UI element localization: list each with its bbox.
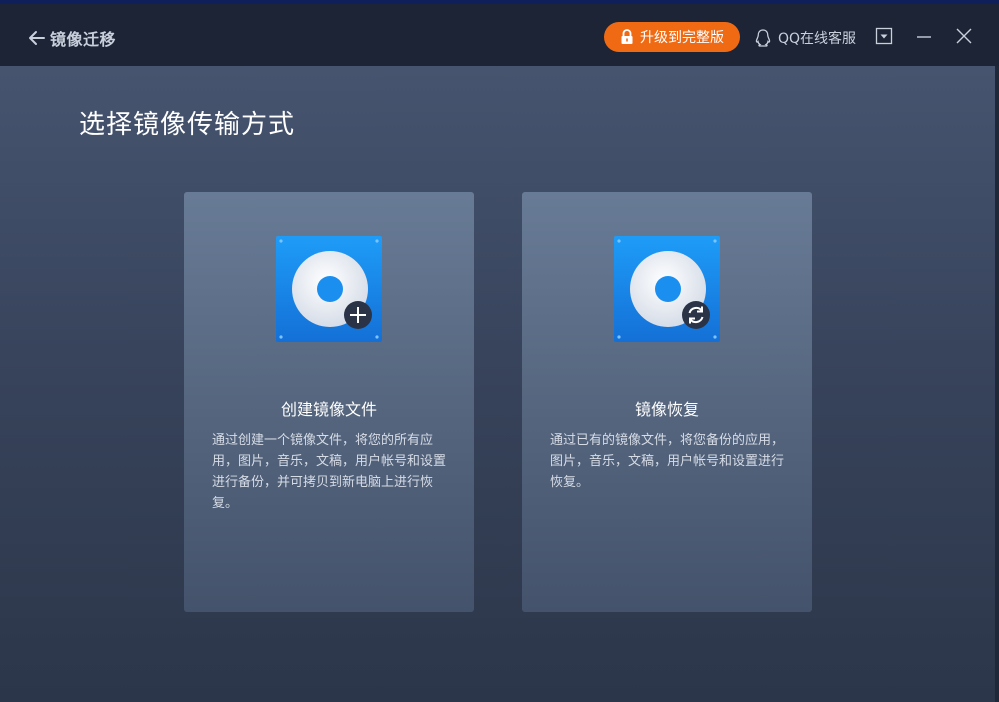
qq-support-link[interactable]: QQ在线客服	[754, 26, 856, 50]
qq-label: QQ在线客服	[778, 28, 856, 48]
minimize-icon	[915, 27, 933, 49]
back-button[interactable]: 镜像迁移	[28, 26, 116, 50]
lock-icon	[620, 29, 634, 45]
main-content: 选择镜像传输方式	[0, 66, 999, 702]
card-description: 通过已有的镜像文件，将您备份的应用，图片，音乐，文稿，用户帐号和设置进行恢复。	[550, 430, 784, 493]
close-icon	[955, 27, 973, 49]
restore-image-card[interactable]: 镜像恢复 通过已有的镜像文件，将您备份的应用，图片，音乐，文稿，用户帐号和设置进…	[522, 192, 812, 612]
back-arrow-icon[interactable]	[28, 29, 46, 47]
dropdown-icon	[875, 27, 893, 49]
window-edge	[995, 66, 999, 702]
card-title: 创建镜像文件	[184, 396, 474, 420]
disk-restore-icon	[614, 236, 720, 342]
card-title: 镜像恢复	[522, 396, 812, 420]
upgrade-button[interactable]: 升级到完整版	[604, 22, 740, 52]
dropdown-button[interactable]	[874, 28, 894, 48]
close-button[interactable]	[954, 28, 974, 48]
upgrade-label: 升级到完整版	[640, 27, 724, 47]
window-title: 镜像迁移	[50, 26, 116, 50]
page-title: 选择镜像传输方式	[79, 104, 295, 141]
disk-add-icon	[276, 236, 382, 342]
create-image-card[interactable]: 创建镜像文件 通过创建一个镜像文件，将您的所有应用，图片，音乐，文稿，用户帐号和…	[184, 192, 474, 612]
title-bar: 镜像迁移 升级到完整版 QQ在线客服	[0, 0, 999, 66]
card-description: 通过创建一个镜像文件，将您的所有应用，图片，音乐，文稿，用户帐号和设置进行备份，…	[212, 430, 446, 514]
minimize-button[interactable]	[914, 28, 934, 48]
qq-icon	[754, 28, 772, 48]
